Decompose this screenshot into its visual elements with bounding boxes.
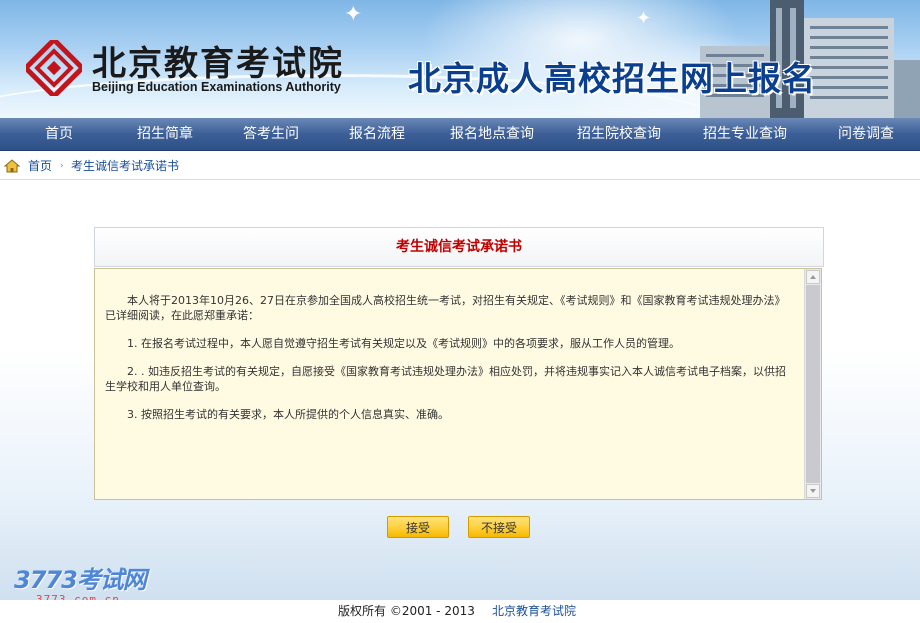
org-logo-icon: [26, 40, 82, 96]
pledge-content: 本人将于2013年10月26、27日在京参加全国成人高校招生统一考试，对招生有关…: [105, 293, 795, 435]
accept-button[interactable]: 接受: [387, 516, 449, 538]
scroll-down-arrow-icon[interactable]: [806, 484, 820, 498]
footer-org-link[interactable]: 北京教育考试院: [492, 600, 576, 622]
pledge-item: 2. . 如违反招生考试的有关规定，自愿接受《国家教育考试违规处理办法》相应处罚…: [105, 365, 786, 393]
scrollbar-track[interactable]: [806, 285, 820, 483]
bird-icon: ✦: [636, 8, 652, 29]
breadcrumb-current: 考生诚信考试承诺书: [71, 159, 180, 173]
pledge-item: 3. 按照招生考试的有关要求，本人所提供的个人信息真实、准确。: [127, 408, 449, 421]
breadcrumb-home-link[interactable]: 首页: [28, 153, 52, 179]
nav-item-school-query[interactable]: 招生院校查询: [560, 118, 678, 150]
breadcrumb-separator-icon: ›: [60, 161, 64, 171]
pledge-item: 1. 在报名考试过程中，本人愿自觉遵守招生考试有关规定以及《考试规则》中的各项要…: [127, 337, 680, 350]
bird-icon: ✦: [344, 2, 363, 27]
nav-item-home[interactable]: 首页: [0, 118, 118, 150]
reject-button[interactable]: 不接受: [468, 516, 530, 538]
nav-item-process[interactable]: 报名流程: [330, 118, 424, 150]
main-nav: 首页 招生简章 答考生问 报名流程 报名地点查询 招生院校查询 招生专业查询 问…: [0, 118, 920, 151]
pledge-textbox[interactable]: 本人将于2013年10月26、27日在京参加全国成人高校招生统一考试，对招生有关…: [94, 268, 822, 500]
footer: 版权所有 ©2001 - 2013 北京教育考试院: [0, 600, 920, 623]
nav-item-survey[interactable]: 问卷调查: [812, 118, 920, 150]
nav-item-location-query[interactable]: 报名地点查询: [424, 118, 560, 150]
header-banner: ✦ ✦ 北京教育考试院 Beijing Education Examinatio…: [0, 0, 920, 118]
org-name-cn: 北京教育考试院: [92, 44, 344, 84]
pledge-title: 考生诚信考试承诺书: [94, 227, 824, 267]
footer-copyright: 版权所有 ©2001 - 2013: [338, 604, 475, 618]
nav-item-major-query[interactable]: 招生专业查询: [678, 118, 812, 150]
site-title: 北京成人高校招生网上报名: [408, 59, 816, 98]
home-icon: [4, 159, 20, 173]
org-name-en: Beijing Education Examinations Authority: [92, 80, 341, 94]
scroll-up-arrow-icon[interactable]: [806, 270, 820, 284]
watermark-brand: 3773考试网: [14, 566, 147, 594]
pledge-scrollbar[interactable]: [804, 269, 821, 499]
nav-item-brochure[interactable]: 招生简章: [118, 118, 212, 150]
nav-item-faq[interactable]: 答考生问: [212, 118, 330, 150]
breadcrumb: 首页 › 考生诚信考试承诺书: [0, 153, 920, 180]
pledge-intro: 本人将于2013年10月26、27日在京参加全国成人高校招生统一考试，对招生有关…: [105, 294, 786, 322]
